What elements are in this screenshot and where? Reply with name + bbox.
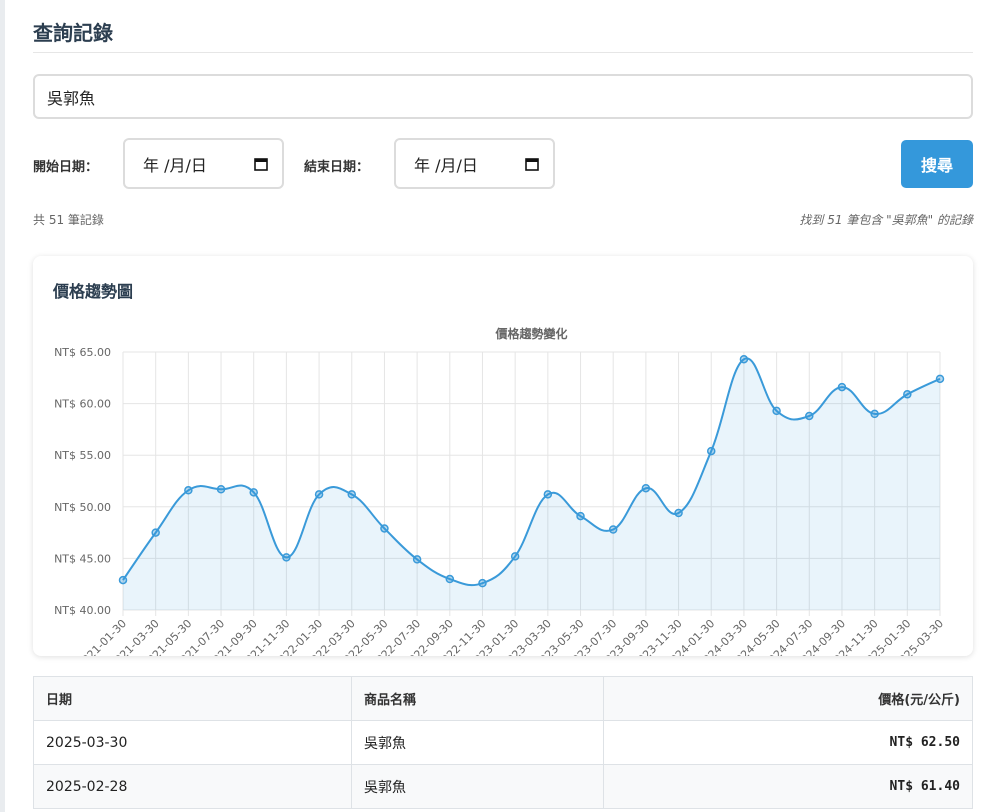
data-point: [249, 488, 258, 497]
title-divider: [33, 52, 973, 53]
data-point: [380, 524, 389, 533]
data-point: [805, 411, 814, 421]
search-result-summary: 找到 51 筆包含 "吳郭魚" 的記錄: [799, 213, 973, 227]
y-tick-label: NT$ 65.00: [54, 346, 111, 359]
data-point: [543, 490, 553, 499]
header-product: 商品名稱: [351, 676, 604, 721]
table-row: 2025-03-30 吳郭魚 NT$ 62.50: [33, 720, 973, 765]
data-point: [935, 374, 945, 384]
end-date-label: 結束日期：: [304, 160, 370, 175]
start-date-label: 開始日期：: [33, 160, 99, 175]
search-button[interactable]: 搜尋: [901, 140, 973, 188]
table-row: 2025-02-28 吳郭魚 NT$ 61.40: [33, 764, 973, 809]
cell-price: NT$ 61.40: [603, 764, 973, 809]
start-date-placeholder: 年 /月/日: [143, 155, 207, 175]
end-date-placeholder: 年 /月/日: [414, 155, 478, 175]
data-point: [903, 390, 912, 399]
data-point: [151, 528, 160, 537]
start-date-input[interactable]: 年 /月/日: [123, 138, 284, 189]
y-tick-label: NT$ 50.00: [54, 501, 111, 514]
y-tick-label: NT$ 40.00: [54, 604, 111, 617]
data-point: [118, 575, 128, 585]
data-point: [478, 578, 487, 588]
header-date: 日期: [33, 676, 352, 721]
data-point: [445, 574, 455, 584]
page-title: 查詢記錄: [33, 21, 113, 45]
data-point: [772, 406, 781, 416]
series-area: [123, 358, 940, 610]
left-edge: [0, 0, 5, 812]
data-point: [870, 409, 879, 419]
data-point: [674, 508, 683, 518]
data-point: [184, 486, 193, 495]
data-point: [347, 490, 357, 499]
header-price: 價格(元/公斤): [603, 676, 973, 721]
data-point: [837, 382, 847, 392]
chart-title: 價格趨勢變化: [494, 326, 567, 341]
search-input[interactable]: [33, 74, 973, 119]
data-point: [641, 483, 651, 493]
data-point: [576, 511, 585, 521]
data-point: [216, 485, 226, 494]
y-tick-label: NT$ 55.00: [54, 449, 111, 462]
data-point: [282, 553, 291, 562]
data-point: [739, 354, 749, 364]
chart-card: 價格趨勢圖 價格趨勢變化 NT$ 40.00 NT$ 45.00 NT$ 50.00 N…: [33, 256, 973, 656]
records-table-wrap: 日期 商品名稱 價格(元/公斤) 2025-03-30 吳郭魚 NT$ 62.5…: [33, 676, 973, 809]
calendar-icon[interactable]: [525, 157, 539, 171]
record-count: 共 51 筆記錄: [33, 213, 104, 227]
data-point: [314, 490, 324, 499]
data-point: [510, 552, 520, 561]
end-date-input[interactable]: 年 /月/日: [394, 138, 555, 189]
cell-date: 2025-03-30: [33, 720, 352, 765]
data-point: [706, 446, 716, 456]
table-header-row: 日期 商品名稱 價格(元/公斤): [33, 676, 973, 721]
y-tick-label: NT$ 60.00: [54, 398, 111, 411]
data-point: [412, 555, 422, 564]
calendar-icon[interactable]: [254, 157, 268, 171]
y-tick-label: NT$ 45.00: [54, 552, 111, 565]
cell-product: 吳郭魚: [351, 764, 604, 809]
price-trend-chart: 價格趨勢變化 NT$ 40.00 NT$ 45.00 NT$ 50.00 NT$ 55.…: [54, 326, 946, 656]
cell-product: 吳郭魚: [351, 720, 604, 765]
records-table: 日期 商品名稱 價格(元/公斤) 2025-03-30 吳郭魚 NT$ 62.5…: [33, 676, 973, 809]
cell-date: 2025-02-28: [33, 764, 352, 809]
data-point: [608, 525, 618, 534]
cell-price: NT$ 62.50: [603, 720, 973, 765]
